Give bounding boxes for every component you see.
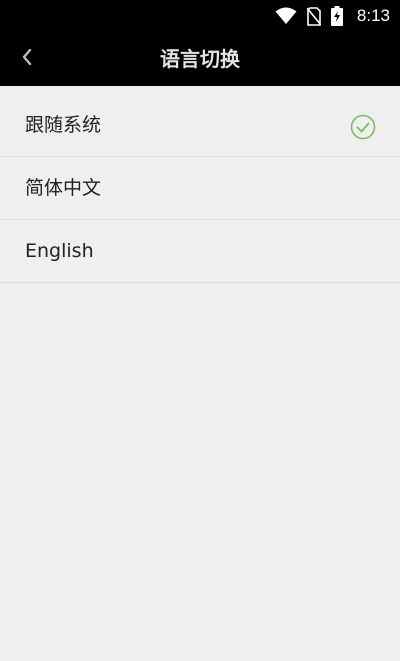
app-bar: 语言切换 bbox=[0, 32, 400, 86]
status-bar: 8:13 bbox=[0, 0, 400, 32]
language-option-label: 简体中文 bbox=[25, 177, 102, 199]
battery-charging-icon bbox=[330, 6, 343, 26]
language-option-english[interactable]: English bbox=[0, 220, 400, 283]
language-option-label: 跟随系统 bbox=[25, 114, 102, 136]
no-sim-icon bbox=[306, 6, 321, 26]
status-icons: 8:13 bbox=[275, 0, 390, 32]
language-option-label: English bbox=[25, 240, 94, 262]
checkmark-circle-icon bbox=[350, 114, 376, 140]
page-title: 语言切换 bbox=[160, 47, 240, 71]
language-option-follow-system[interactable]: 跟随系统 bbox=[0, 86, 400, 157]
status-time: 8:13 bbox=[356, 6, 390, 25]
language-list: 跟随系统 简体中文 English bbox=[0, 86, 400, 283]
wifi-icon bbox=[275, 7, 297, 25]
language-option-simplified-chinese[interactable]: 简体中文 bbox=[0, 157, 400, 220]
